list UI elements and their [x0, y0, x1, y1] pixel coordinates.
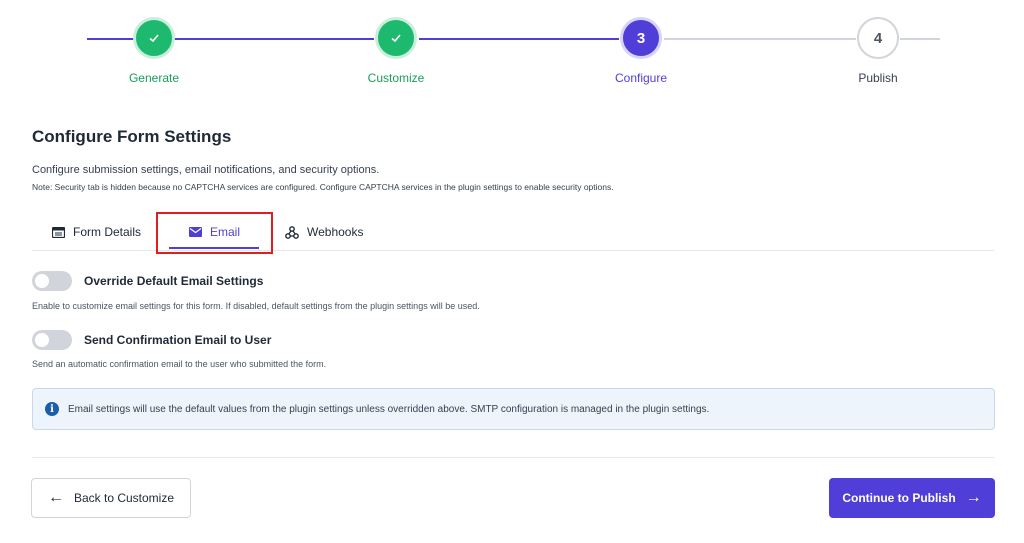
step-customize-circle	[375, 17, 417, 59]
step-configure-circle: 3	[620, 17, 662, 59]
override-toggle[interactable]	[32, 271, 72, 291]
override-label: Override Default Email Settings	[84, 274, 264, 288]
stepper-line-5	[900, 38, 940, 40]
stepper-line-3	[419, 38, 619, 40]
override-description: Enable to customize email settings for t…	[32, 301, 480, 311]
webhook-icon	[285, 225, 299, 239]
back-button-label: Back to Customize	[73, 491, 175, 505]
check-icon	[391, 34, 401, 43]
next-button-label: Continue to Publish	[842, 491, 956, 505]
continue-to-publish-button[interactable]: Continue to Publish →	[829, 478, 995, 518]
confirmation-description: Send an automatic confirmation email to …	[32, 359, 327, 369]
toggle-knob	[35, 333, 49, 347]
tab-form-details[interactable]: Form Details	[52, 217, 141, 247]
info-alert: i Email settings will use the default va…	[32, 388, 995, 430]
tab-webhooks-label: Webhooks	[307, 225, 364, 239]
step-generate-label: Generate	[128, 71, 180, 85]
override-setting-row: Override Default Email Settings	[32, 271, 263, 291]
settings-tabs: Form Details Email Webhooks	[32, 207, 994, 254]
page-title: Configure Form Settings	[32, 127, 232, 146]
progress-stepper: Generate Customize 3 Configure 4 Publish	[0, 0, 1024, 100]
footer-divider	[32, 457, 994, 458]
info-icon: i	[45, 402, 59, 416]
security-note: Note: Security tab is hidden because no …	[32, 182, 614, 192]
step-configure-label: Configure	[614, 71, 668, 85]
step-customize-label: Customize	[367, 71, 425, 85]
tab-webhooks[interactable]: Webhooks	[285, 217, 363, 247]
stepper-line-4	[664, 38, 856, 40]
stepper-line-2	[174, 38, 374, 40]
step-generate-circle	[133, 17, 175, 59]
arrow-left-icon: ←	[47, 489, 64, 506]
toggle-knob	[35, 274, 49, 288]
check-icon	[149, 34, 159, 43]
page-subtitle: Configure submission settings, email not…	[32, 164, 380, 176]
confirmation-setting-row: Send Confirmation Email to User	[32, 330, 271, 350]
info-text: Email settings will use the default valu…	[68, 403, 710, 415]
confirmation-label: Send Confirmation Email to User	[84, 333, 272, 347]
arrow-right-icon: →	[965, 489, 982, 506]
step-publish-circle: 4	[857, 17, 899, 59]
tab-form-details-label: Form Details	[73, 225, 142, 239]
step-publish-label: Publish	[858, 71, 898, 85]
confirmation-toggle[interactable]	[32, 330, 72, 350]
back-to-customize-button[interactable]: ← Back to Customize	[31, 478, 191, 518]
form-icon	[52, 226, 65, 238]
email-tab-highlight	[156, 212, 273, 254]
